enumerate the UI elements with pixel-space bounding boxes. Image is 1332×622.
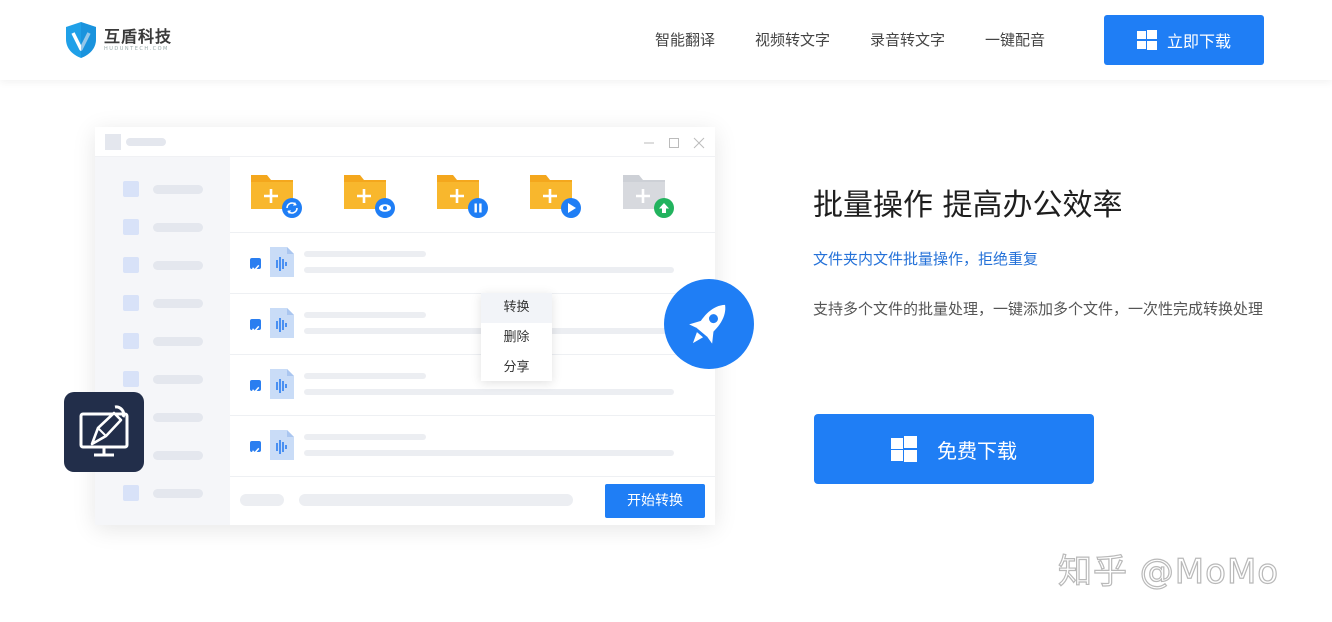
start-convert-button[interactable]: 开始转换 bbox=[605, 484, 705, 518]
checkbox-icon bbox=[250, 380, 261, 394]
brand-name: 互盾科技 bbox=[104, 26, 173, 46]
nav-item-video-to-text[interactable]: 视频转文字 bbox=[755, 30, 830, 50]
top-header: 互盾科技 HUDUNTECH.COM 智能翻译 视频转文字 录音转文字 一键配音… bbox=[0, 0, 1332, 80]
brand-logo[interactable]: 互盾科技 HUDUNTECH.COM bbox=[64, 21, 172, 59]
free-download-button[interactable]: 免费下载 bbox=[814, 414, 1094, 484]
audio-file-icon bbox=[270, 308, 294, 338]
feature-headline: 批量操作 提高办公效率 bbox=[813, 188, 1123, 223]
monitor-pen-icon bbox=[79, 405, 129, 457]
close-icon bbox=[693, 134, 705, 149]
context-menu-delete[interactable]: 删除 bbox=[481, 323, 552, 353]
rocket-icon bbox=[689, 304, 726, 344]
audio-file-icon bbox=[270, 430, 294, 460]
brand-domain: HUDUNTECH.COM bbox=[104, 45, 169, 52]
file-row bbox=[230, 416, 715, 477]
shield-logo-icon bbox=[66, 22, 96, 58]
sidebar-item bbox=[123, 257, 203, 273]
windows-icon bbox=[891, 436, 917, 462]
header-download-button[interactable]: 立即下载 bbox=[1104, 15, 1264, 65]
maximize-icon bbox=[668, 134, 680, 148]
sidebar-item bbox=[123, 181, 203, 197]
title-placeholder bbox=[126, 138, 166, 146]
windows-icon bbox=[1136, 30, 1157, 50]
folder-preview-icon bbox=[344, 175, 395, 218]
zhihu-watermark: 知乎 @MoMo bbox=[1057, 551, 1280, 592]
folder-play-icon bbox=[530, 175, 581, 218]
context-menu: 转换 删除 分享 bbox=[481, 293, 552, 381]
folder-refresh-icon bbox=[251, 175, 302, 218]
header-download-label: 立即下载 bbox=[1166, 32, 1231, 51]
monitor-badge bbox=[64, 392, 144, 472]
free-download-label: 免费下载 bbox=[937, 438, 1017, 463]
context-menu-convert[interactable]: 转换 bbox=[481, 293, 552, 323]
file-row bbox=[230, 355, 715, 416]
folder-toolbar bbox=[230, 157, 715, 233]
nav-item-dubbing[interactable]: 一键配音 bbox=[985, 30, 1045, 50]
folder-pause-icon bbox=[437, 175, 488, 218]
audio-file-icon bbox=[270, 247, 294, 277]
checkbox-icon bbox=[250, 258, 261, 272]
window-controls bbox=[630, 134, 705, 149]
folder-upload-icon bbox=[623, 175, 674, 218]
sidebar-item bbox=[123, 371, 203, 387]
nav-item-audio-to-text[interactable]: 录音转文字 bbox=[870, 30, 945, 50]
sidebar-item bbox=[123, 485, 203, 501]
sidebar-item bbox=[123, 295, 203, 311]
context-menu-share[interactable]: 分享 bbox=[481, 353, 552, 383]
checkbox-icon bbox=[250, 319, 261, 333]
audio-file-icon bbox=[270, 369, 294, 399]
window-titlebar bbox=[95, 127, 715, 157]
nav-item-translate[interactable]: 智能翻译 bbox=[655, 30, 715, 50]
file-row bbox=[230, 233, 715, 294]
minimize-icon bbox=[643, 134, 655, 146]
checkbox-icon bbox=[250, 441, 261, 455]
app-window-illustration: 转换 删除 分享 开始转换 bbox=[95, 127, 715, 525]
feature-subtitle: 文件夹内文件批量操作，拒绝重复 bbox=[813, 250, 1039, 268]
main-nav: 智能翻译 视频转文字 录音转文字 一键配音 bbox=[655, 30, 1085, 50]
rocket-badge bbox=[664, 279, 754, 369]
app-bottom-bar: 开始转换 bbox=[230, 475, 715, 525]
sidebar-item bbox=[123, 219, 203, 235]
sidebar-item bbox=[123, 333, 203, 349]
feature-description: 支持多个文件的批量处理，一键添加多个文件，一次性完成转换处理 bbox=[813, 300, 1264, 318]
app-icon-placeholder bbox=[105, 134, 121, 150]
file-row bbox=[230, 294, 715, 355]
